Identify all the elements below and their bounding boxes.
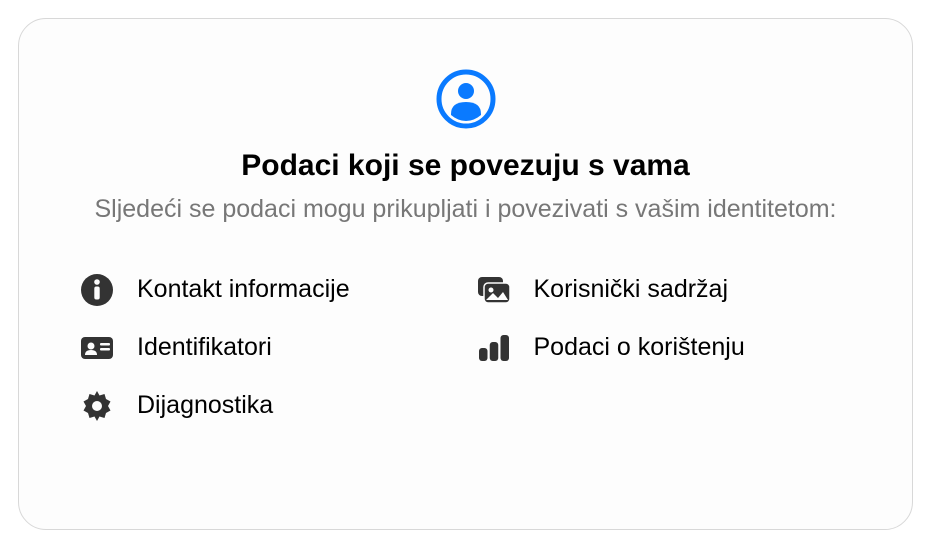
item-usage-data: Podaci o korištenju (476, 330, 853, 366)
privacy-card: Podaci koji se povezuju s vama Sljedeći … (18, 18, 913, 530)
item-label: Dijagnostika (137, 391, 273, 420)
item-label: Kontakt informacije (137, 275, 350, 304)
usage-data-icon (476, 330, 512, 366)
item-user-content: Korisnički sadržaj (476, 272, 853, 308)
data-types-grid: Kontakt informacije Korisnički sadržaj (69, 272, 862, 424)
user-content-icon (476, 272, 512, 308)
item-contact-info: Kontakt informacije (79, 272, 456, 308)
person-circle-icon (436, 69, 496, 129)
item-label: Korisnički sadržaj (534, 275, 729, 304)
card-subtitle: Sljedeći se podaci mogu prikupljati i po… (94, 193, 836, 227)
diagnostics-icon (79, 388, 115, 424)
item-label: Identifikatori (137, 333, 272, 362)
card-title: Podaci koji se povezuju s vama (241, 149, 690, 183)
info-icon (79, 272, 115, 308)
identifiers-icon (79, 330, 115, 366)
item-label: Podaci o korištenju (534, 333, 745, 362)
item-diagnostics: Dijagnostika (79, 388, 456, 424)
item-identifiers: Identifikatori (79, 330, 456, 366)
